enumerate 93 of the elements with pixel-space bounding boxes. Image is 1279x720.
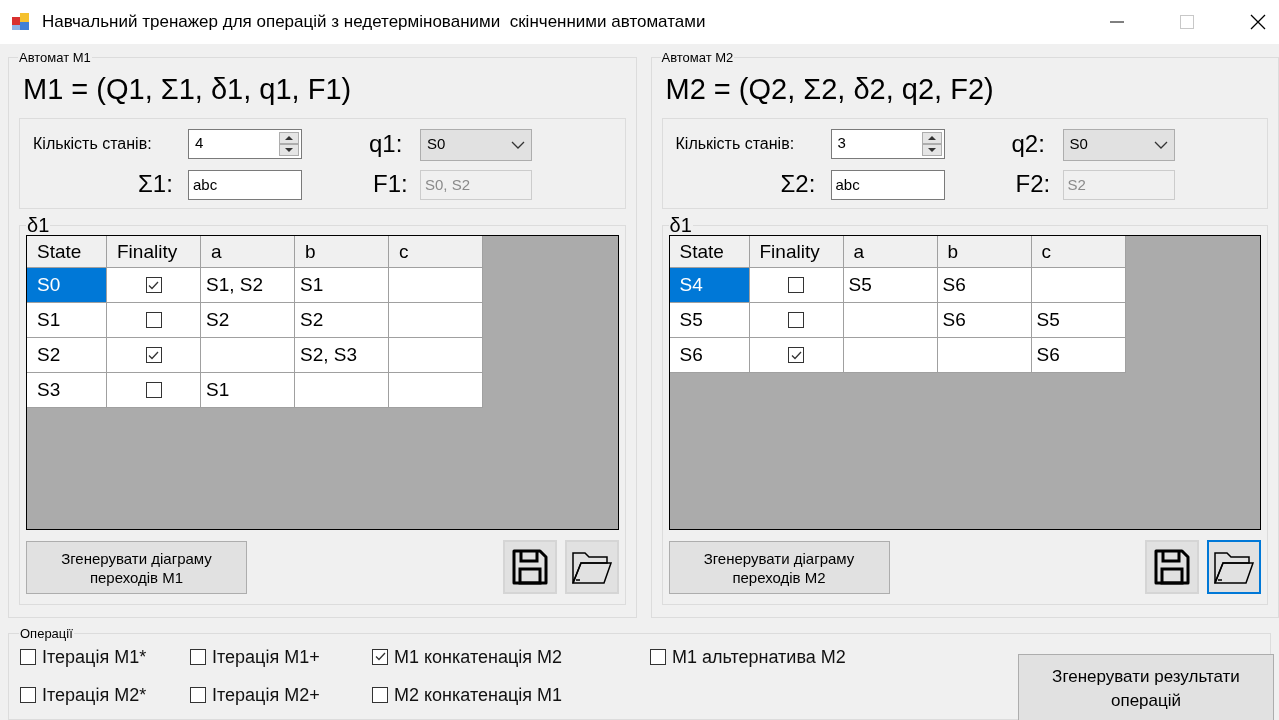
group-label: Автомат M1 <box>18 49 92 67</box>
final-states-label: F1: <box>373 168 408 199</box>
operation-checkbox[interactable] <box>650 648 666 665</box>
state-cell[interactable]: S5 <box>669 303 750 338</box>
finality-checkbox[interactable] <box>788 312 804 328</box>
transition-label: δ1 <box>668 215 693 235</box>
folder-icon <box>570 549 613 585</box>
operation-label: Ітерація M2* <box>42 683 147 706</box>
operation-label: Ітерація M2+ <box>212 683 320 706</box>
operation-checkbox[interactable] <box>190 686 206 703</box>
table-cell: S2, S3 <box>295 338 389 373</box>
app-icon <box>11 12 31 32</box>
finality-checkbox[interactable] <box>145 277 162 293</box>
state-cell[interactable]: S0 <box>27 268 107 303</box>
initial-state-label: q2: <box>1011 128 1045 159</box>
initial-state-dropdown[interactable]: S0 <box>1062 128 1175 161</box>
finality-checkbox[interactable] <box>145 312 162 328</box>
checkmark-icon <box>790 350 802 360</box>
table-cell: S1, S2 <box>201 268 295 303</box>
operation-label: Ітерація M1+ <box>212 645 320 668</box>
checkmark-icon <box>148 280 159 290</box>
chevron-down-icon <box>511 140 525 149</box>
operation-checkbox[interactable] <box>190 648 206 665</box>
spin-down-icon[interactable] <box>279 143 299 156</box>
generate-diagram-button[interactable]: Згенерувати діаграму переходів M2 <box>668 541 890 594</box>
transition-label: δ1 <box>26 215 51 235</box>
automaton-formula: M1 = (Q1, Σ1, δ1, q1, F1) <box>23 71 353 106</box>
column-header[interactable]: State <box>27 236 107 268</box>
finality-checkbox[interactable] <box>145 347 162 363</box>
operation-label: Ітерація M1* <box>42 645 147 668</box>
close-icon[interactable] <box>1250 14 1266 30</box>
table-cell: S6 <box>937 303 1032 338</box>
window-title: Навчальний тренажер для операцій з недетермінованими скінченними автоматами <box>42 11 706 34</box>
checkmark-icon <box>148 350 159 360</box>
operation-checkbox[interactable] <box>372 648 388 665</box>
folder-icon <box>1213 549 1255 585</box>
column-header[interactable]: Finality <box>107 236 201 268</box>
state-count-label: Кількість станів: <box>675 133 795 154</box>
spinner-value: 3 <box>837 133 847 154</box>
spin-down-icon[interactable] <box>921 143 942 156</box>
group-label: Операції <box>19 625 74 643</box>
state-count-spinner[interactable]: 3 <box>830 128 945 159</box>
table-cell: S6 <box>1031 338 1126 373</box>
group-label: Автомат M2 <box>660 49 735 67</box>
checkmark-icon <box>374 652 386 661</box>
spinner-value: 4 <box>195 133 205 154</box>
alphabet-field[interactable]: abc <box>188 169 302 200</box>
automaton-formula: M2 = (Q2, Σ2, δ2, q2, F2) <box>665 71 995 106</box>
open-button[interactable] <box>1207 540 1261 594</box>
alphabet-field[interactable]: abc <box>830 169 945 200</box>
operation-label: M1 альтернатива M2 <box>672 645 846 668</box>
alphabet-label: Σ2: <box>780 168 816 199</box>
table-cell: S2 <box>295 303 389 338</box>
table-cell: S1 <box>201 373 295 408</box>
operation-label: M1 конкатенація M2 <box>394 645 562 668</box>
state-cell[interactable]: S2 <box>27 338 107 373</box>
initial-state-dropdown[interactable]: S0 <box>420 128 532 161</box>
column-header[interactable]: c <box>389 236 483 268</box>
column-header[interactable]: a <box>843 236 938 268</box>
state-count-spinner[interactable]: 4 <box>188 128 302 159</box>
column-header[interactable]: c <box>1031 236 1126 268</box>
operation-checkbox[interactable] <box>20 648 36 665</box>
table-cell: S6 <box>937 268 1032 303</box>
operation-label: M2 конкатенація M1 <box>394 683 562 706</box>
operation-checkbox[interactable] <box>20 686 36 703</box>
state-cell[interactable]: S3 <box>27 373 107 408</box>
finality-checkbox[interactable] <box>788 347 804 363</box>
generate-diagram-button[interactable]: Згенерувати діаграму переходів M1 <box>26 541 247 594</box>
save-button[interactable] <box>502 540 557 594</box>
table-cell: S5 <box>1031 303 1126 338</box>
column-header[interactable]: Finality <box>749 236 844 268</box>
state-cell[interactable]: S6 <box>669 338 750 373</box>
generate-results-button[interactable]: Згенерувати результати операцій <box>1018 653 1274 720</box>
initial-state-label: q1: <box>369 128 403 159</box>
finality-checkbox[interactable] <box>788 277 804 293</box>
table-cell: S1 <box>295 268 389 303</box>
column-header[interactable]: State <box>669 236 750 268</box>
column-header[interactable]: b <box>295 236 389 268</box>
column-header[interactable]: a <box>201 236 295 268</box>
table-cell: S2 <box>201 303 295 338</box>
state-cell[interactable]: S1 <box>27 303 107 338</box>
column-header[interactable]: b <box>937 236 1032 268</box>
finality-checkbox[interactable] <box>145 382 162 398</box>
save-button[interactable] <box>1145 540 1199 594</box>
state-count-label: Кількість станів: <box>33 133 152 154</box>
operation-checkbox[interactable] <box>372 686 388 703</box>
final-states-label: F2: <box>1015 168 1051 199</box>
state-cell[interactable]: S4 <box>669 268 750 303</box>
table-cell: S5 <box>843 268 938 303</box>
spin-up-icon[interactable] <box>921 131 942 144</box>
spin-up-icon[interactable] <box>279 131 299 144</box>
alphabet-label: Σ1: <box>138 168 173 199</box>
chevron-down-icon <box>1153 140 1168 149</box>
